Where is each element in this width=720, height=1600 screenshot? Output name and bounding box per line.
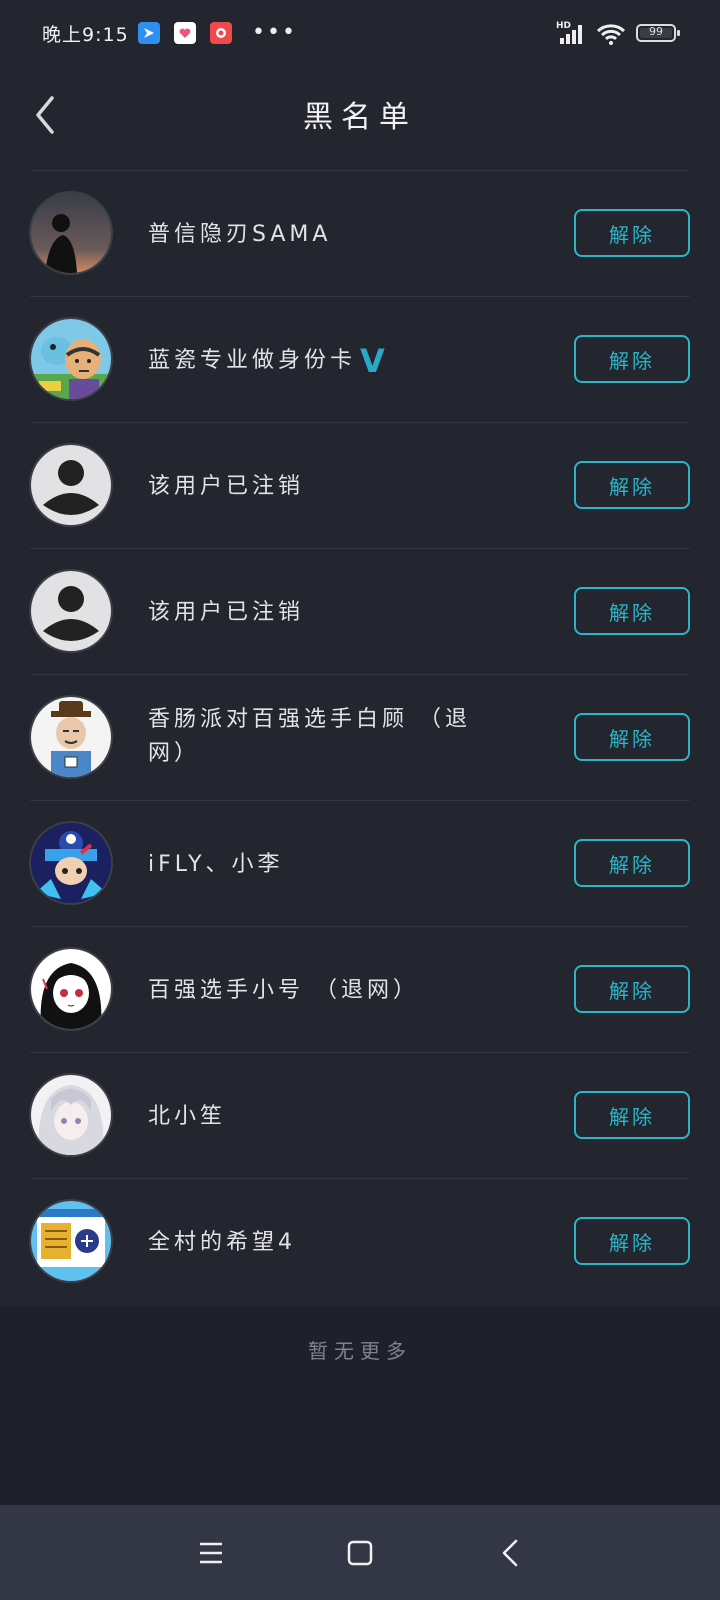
list-item[interactable]: 该用户已注销 解除 — [0, 423, 720, 549]
unblock-button[interactable]: 解除 — [574, 461, 690, 509]
blacklist: 普信隐刃SAMA 解除 蓝瓷专业做身份卡 V 解除 该用户已注销 解除 该用户已注销 解除 香肠派… — [0, 171, 720, 1305]
avatar[interactable] — [31, 571, 111, 651]
verified-icon: V — [360, 342, 385, 380]
list-item[interactable]: 香肠派对百强选手白顾 （退网） 解除 — [0, 675, 720, 801]
menu-icon[interactable] — [191, 1533, 231, 1573]
battery-icon: 99 — [636, 24, 680, 42]
battery-text: 99 — [649, 25, 663, 38]
avatar[interactable] — [31, 445, 111, 525]
avatar[interactable] — [31, 949, 111, 1029]
username-text: 普信隐刃SAMA — [148, 222, 332, 247]
avatar[interactable] — [31, 319, 111, 399]
unblock-button[interactable]: 解除 — [574, 587, 690, 635]
signal-icon: HD — [556, 21, 582, 44]
username: 该用户已注销 — [148, 470, 304, 504]
username: 蓝瓷专业做身份卡 V — [148, 344, 385, 378]
username-text: iFLY、小李 — [148, 852, 284, 877]
status-bar: 晚上9:15 ••• HD 99 — [0, 0, 720, 70]
avatar[interactable] — [31, 1201, 111, 1281]
system-nav-bar — [0, 1505, 720, 1600]
avatar[interactable] — [31, 823, 111, 903]
unblock-button[interactable]: 解除 — [574, 335, 690, 383]
username-text: 百强选手小号 （退网） — [148, 978, 419, 1003]
more-notifications-icon: ••• — [252, 20, 297, 45]
list-item[interactable]: 蓝瓷专业做身份卡 V 解除 — [0, 297, 720, 423]
username-text: 北小笙 — [148, 1104, 227, 1129]
username-text: 该用户已注销 — [148, 600, 305, 625]
unblock-button[interactable]: 解除 — [574, 965, 690, 1013]
username: iFLY、小李 — [148, 848, 284, 882]
username: 全村的希望4 — [148, 1226, 296, 1260]
username: 北小笙 — [148, 1100, 226, 1134]
unblock-button[interactable]: 解除 — [574, 839, 690, 887]
list-footer: 暂无更多 — [0, 1305, 720, 1505]
list-item[interactable]: iFLY、小李 解除 — [0, 801, 720, 927]
username-text: 全村的希望4 — [148, 1230, 296, 1255]
unblock-button[interactable]: 解除 — [574, 1091, 690, 1139]
heart-app-icon — [174, 22, 196, 44]
username: 普信隐刃SAMA — [148, 218, 331, 252]
list-item[interactable]: 百强选手小号 （退网） 解除 — [0, 927, 720, 1053]
unblock-button[interactable]: 解除 — [574, 209, 690, 257]
list-item[interactable]: 北小笙 解除 — [0, 1053, 720, 1179]
square-home-icon[interactable] — [340, 1533, 380, 1573]
username: 百强选手小号 （退网） — [148, 974, 419, 1008]
list-item[interactable]: 全村的希望4 解除 — [0, 1179, 720, 1305]
username-text: 该用户已注销 — [148, 474, 305, 499]
red-app-icon — [210, 22, 232, 44]
username: 该用户已注销 — [148, 596, 304, 630]
list-item[interactable]: 该用户已注销 解除 — [0, 549, 720, 675]
back-icon[interactable] — [492, 1533, 532, 1573]
list-item[interactable]: 普信隐刃SAMA 解除 — [0, 171, 720, 297]
username: 香肠派对百强选手白顾 （退网） — [148, 703, 498, 771]
username-text: 蓝瓷专业做身份卡 — [148, 348, 357, 373]
status-time: 晚上9:15 — [42, 24, 129, 46]
no-more-text: 暂无更多 — [308, 1339, 412, 1363]
avatar[interactable] — [31, 1075, 111, 1155]
network-label: HD — [556, 21, 571, 31]
unblock-button[interactable]: 解除 — [574, 1217, 690, 1265]
message-icon — [138, 22, 160, 44]
header: 黑名单 — [0, 70, 720, 170]
unblock-button[interactable]: 解除 — [574, 713, 690, 761]
page-title: 黑名单 — [303, 100, 417, 135]
avatar[interactable] — [31, 193, 111, 273]
avatar[interactable] — [31, 697, 111, 777]
username-text: 香肠派对百强选手白顾 （退网） — [148, 707, 471, 766]
wifi-icon — [596, 24, 626, 45]
